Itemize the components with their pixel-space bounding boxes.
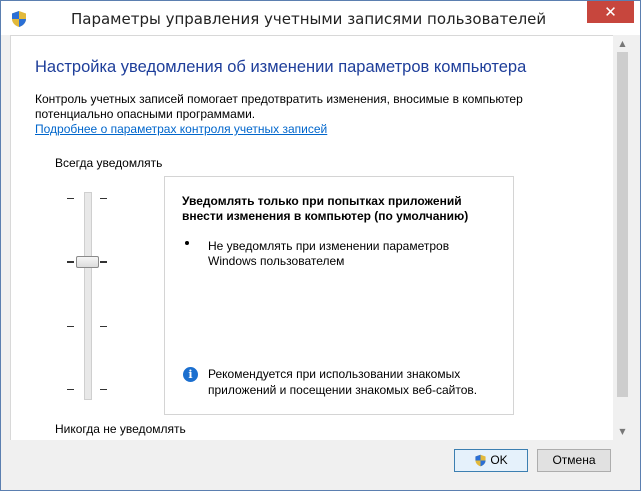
title-bar: Параметры управления учетными записями п… [1,1,640,35]
scrollbar-thumb[interactable] [617,52,628,397]
ok-button[interactable]: OK [454,449,528,472]
vertical-scrollbar[interactable]: ▲ ▼ [614,35,631,440]
ok-button-label: OK [490,453,508,467]
slider-tick [67,198,74,199]
slider-tick [100,326,107,327]
uac-shield-icon [475,455,486,467]
content-area: Настройка уведомления об изменении парам… [10,35,613,441]
description-text: Контроль учетных записей помогает предот… [35,92,523,121]
learn-more-link[interactable]: Подробнее о параметрах контроля учетных … [35,122,327,136]
window-title: Параметры управления учетными записями п… [71,10,547,28]
notification-slider-thumb[interactable] [76,256,99,268]
close-button[interactable]: ✕ [587,1,634,23]
info-text: Рекомендуется при использовании знакомых… [208,367,478,397]
slider-bottom-label: Никогда не уведомлять [55,422,186,436]
slider-tick [67,389,74,390]
slider-top-label: Всегда уведомлять [55,156,163,170]
slider-tick [100,261,107,263]
cancel-button[interactable]: Отмена [537,449,611,472]
dialog-footer: OK Отмена [1,440,640,490]
scroll-up-arrow-icon[interactable]: ▲ [614,35,631,52]
level-title: Уведомлять только при попытках приложени… [182,194,469,223]
uac-settings-window: Параметры управления учетными записями п… [0,0,641,491]
bullet-text: Не уведомлять при изменении параметров W… [208,239,450,268]
notification-slider-track[interactable] [84,192,92,400]
info-icon: i [183,367,198,382]
page-title: Настройка уведомления об изменении парам… [35,58,527,76]
slider-tick [67,261,74,263]
slider-tick [100,389,107,390]
scroll-down-arrow-icon[interactable]: ▼ [614,423,631,440]
level-description-panel: Уведомлять только при попытках приложени… [164,176,514,415]
slider-tick [100,198,107,199]
slider-tick [67,326,74,327]
bullet-icon [185,241,189,245]
uac-shield-icon [12,11,26,27]
